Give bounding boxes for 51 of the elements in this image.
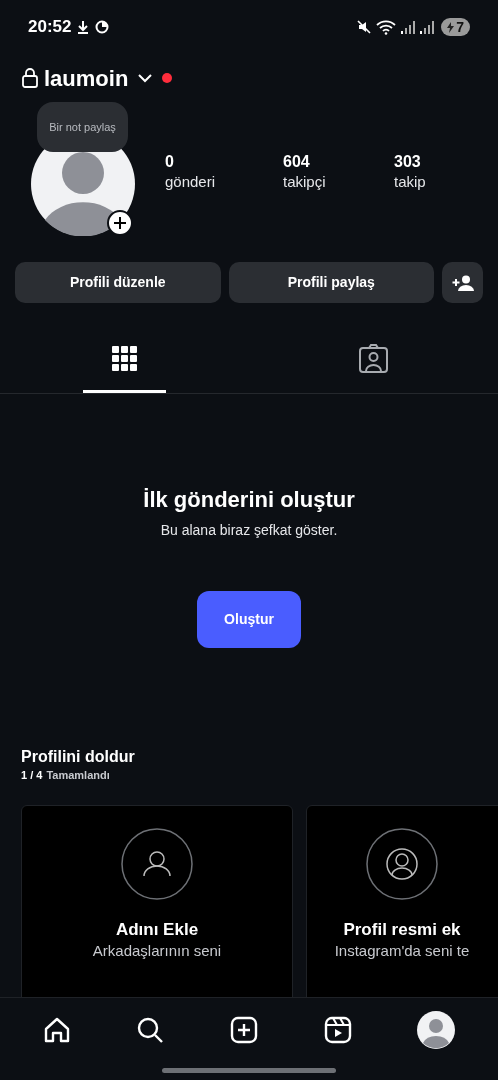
stat-value: 303 <box>394 152 422 172</box>
empty-state-subtitle: Bu alana biraz şefkat göster. <box>160 521 338 540</box>
signal-icon <box>401 20 416 34</box>
stat-value: 0 <box>165 152 175 172</box>
username-switcher[interactable]: laumoin <box>44 61 129 95</box>
avatar-icon <box>417 1011 456 1049</box>
suggestion-card[interactable]: Profil resmi ek Instagram'da seni te <box>306 805 498 997</box>
card-title: Adını Ekle <box>115 919 199 941</box>
profile-photo-icon <box>366 828 438 900</box>
progress-count: 1 / 4 <box>21 768 43 783</box>
plus-icon <box>114 217 126 229</box>
nav-profile-button[interactable] <box>417 1011 456 1049</box>
home-icon <box>42 1016 71 1044</box>
download-icon <box>77 20 90 34</box>
card-text: Arkadaşlarının seni <box>92 941 222 961</box>
stat-label[interactable]: gönderi <box>165 172 283 192</box>
search-icon <box>136 1016 165 1044</box>
progress-label: Tamamlandı <box>46 768 110 783</box>
profile-action-button[interactable]: Profili paylaş <box>228 262 435 303</box>
stat-value: 604 <box>283 152 311 172</box>
nav-create-button[interactable] <box>230 1016 258 1044</box>
suggestion-card[interactable]: Adını Ekle Arkadaşlarının seni <box>21 805 293 997</box>
add-person-button[interactable] <box>442 262 483 303</box>
bolt-icon <box>447 21 455 33</box>
battery-indicator: 7 <box>441 18 470 36</box>
mute-icon <box>357 20 372 34</box>
section-title: Profilini doldur <box>21 747 136 767</box>
wifi-icon <box>376 19 397 35</box>
person-plus-icon <box>451 274 474 291</box>
person-frame-icon <box>359 344 388 373</box>
nav-home-button[interactable] <box>42 1016 71 1044</box>
pie-icon <box>95 20 110 34</box>
stat-label[interactable]: takipçi <box>283 172 394 192</box>
chevron-down-icon <box>138 73 153 83</box>
card-text: Instagram'da seni te <box>334 941 470 961</box>
empty-state-title: İlk gönderini oluştur <box>143 486 355 514</box>
create-button[interactable]: Oluştur <box>197 591 301 648</box>
status-time: 20:52 <box>28 16 72 39</box>
person-circle-icon <box>121 828 193 900</box>
grid-icon <box>112 346 137 371</box>
lock-icon <box>22 68 38 88</box>
note-bubble[interactable]: Bir not paylaş <box>37 102 128 152</box>
add-story-button[interactable] <box>107 210 133 236</box>
card-title: Profil resmi ek <box>343 919 461 941</box>
video-clip-icon <box>323 1016 352 1044</box>
signal-icon <box>420 20 435 34</box>
profile-action-button[interactable]: Profili düzenle <box>15 262 221 303</box>
plus-square-icon <box>230 1016 258 1044</box>
nav-reels-button[interactable] <box>323 1016 352 1044</box>
nav-search-button[interactable] <box>136 1016 165 1044</box>
stat-label[interactable]: takip <box>394 172 474 192</box>
